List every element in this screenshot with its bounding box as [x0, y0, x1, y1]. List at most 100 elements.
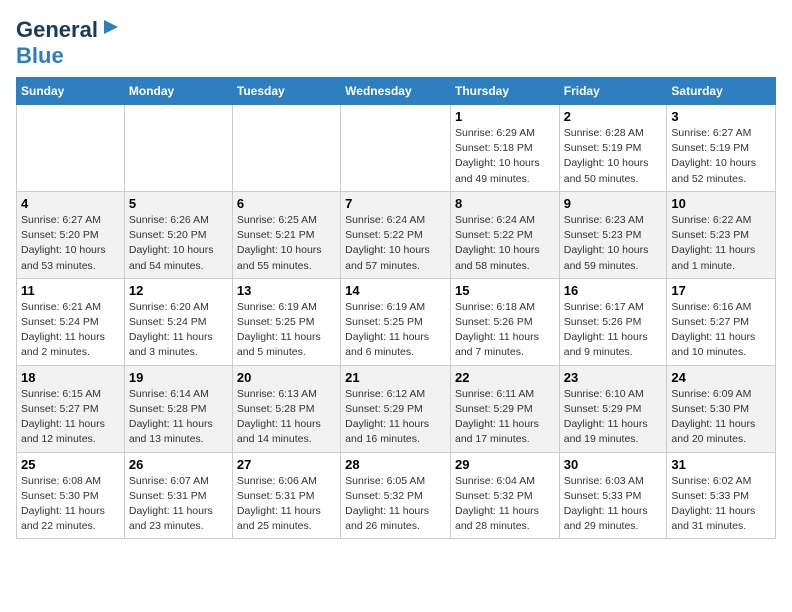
day-info: Sunrise: 6:05 AMSunset: 5:32 PMDaylight:… — [345, 474, 446, 535]
day-info: Sunrise: 6:10 AMSunset: 5:29 PMDaylight:… — [564, 387, 663, 448]
day-number: 13 — [237, 283, 336, 298]
day-info: Sunrise: 6:06 AMSunset: 5:31 PMDaylight:… — [237, 474, 336, 535]
calendar-week-row: 18 Sunrise: 6:15 AMSunset: 5:27 PMDayligh… — [17, 365, 776, 452]
day-number: 27 — [237, 457, 336, 472]
col-header-saturday: Saturday — [667, 78, 776, 105]
day-info: Sunrise: 6:08 AMSunset: 5:30 PMDaylight:… — [21, 474, 120, 535]
calendar-cell: 11Sunrise: 6:21 AMSunset: 5:24 PMDayligh… — [17, 278, 125, 365]
calendar-cell: 20 Sunrise: 6:13 AMSunset: 5:28 PMDayligh… — [232, 365, 340, 452]
calendar-cell: 5 Sunrise: 6:26 AMSunset: 5:20 PMDaylight… — [124, 191, 232, 278]
col-header-friday: Friday — [559, 78, 667, 105]
calendar-cell: 2 Sunrise: 6:28 AMSunset: 5:19 PMDaylight… — [559, 105, 667, 192]
calendar-cell — [124, 105, 232, 192]
logo-arrow-icon — [100, 16, 122, 38]
day-info: Sunrise: 6:26 AMSunset: 5:20 PMDaylight:… — [129, 213, 228, 274]
day-number: 21 — [345, 370, 446, 385]
calendar-cell: 18 Sunrise: 6:15 AMSunset: 5:27 PMDayligh… — [17, 365, 125, 452]
calendar-cell — [17, 105, 125, 192]
calendar-cell: 6Sunrise: 6:25 AMSunset: 5:21 PMDaylight… — [232, 191, 340, 278]
day-info: Sunrise: 6:15 AMSunset: 5:27 PMDaylight:… — [21, 387, 120, 448]
day-info: Sunrise: 6:19 AMSunset: 5:25 PMDaylight:… — [345, 300, 446, 361]
day-number: 24 — [671, 370, 771, 385]
calendar-cell: 4 Sunrise: 6:27 AMSunset: 5:20 PMDaylight… — [17, 191, 125, 278]
calendar-cell: 19 Sunrise: 6:14 AMSunset: 5:28 PMDayligh… — [124, 365, 232, 452]
day-info: Sunrise: 6:11 AMSunset: 5:29 PMDaylight:… — [455, 387, 555, 448]
day-info: Sunrise: 6:28 AMSunset: 5:19 PMDaylight:… — [564, 126, 663, 187]
col-header-monday: Monday — [124, 78, 232, 105]
calendar-table: SundayMondayTuesdayWednesdayThursdayFrid… — [16, 77, 776, 539]
calendar-cell: 17Sunrise: 6:16 AMSunset: 5:27 PMDayligh… — [667, 278, 776, 365]
day-number: 25 — [21, 457, 120, 472]
calendar-cell: 12Sunrise: 6:20 AMSunset: 5:24 PMDayligh… — [124, 278, 232, 365]
day-number: 16 — [564, 283, 663, 298]
day-number: 19 — [129, 370, 228, 385]
calendar-cell: 3 Sunrise: 6:27 AMSunset: 5:19 PMDaylight… — [667, 105, 776, 192]
day-info: Sunrise: 6:24 AMSunset: 5:22 PMDaylight:… — [345, 213, 446, 274]
day-info: Sunrise: 6:09 AMSunset: 5:30 PMDaylight:… — [671, 387, 771, 448]
col-header-thursday: Thursday — [450, 78, 559, 105]
day-number: 31 — [671, 457, 771, 472]
day-number: 26 — [129, 457, 228, 472]
day-number: 20 — [237, 370, 336, 385]
calendar-cell: 26 Sunrise: 6:07 AMSunset: 5:31 PMDayligh… — [124, 452, 232, 539]
day-number: 18 — [21, 370, 120, 385]
day-number: 3 — [671, 109, 771, 124]
calendar-cell: 8 Sunrise: 6:24 AMSunset: 5:22 PMDaylight… — [450, 191, 559, 278]
calendar-week-row: 11Sunrise: 6:21 AMSunset: 5:24 PMDayligh… — [17, 278, 776, 365]
day-info: Sunrise: 6:23 AMSunset: 5:23 PMDaylight:… — [564, 213, 663, 274]
day-info: Sunrise: 6:13 AMSunset: 5:28 PMDaylight:… — [237, 387, 336, 448]
calendar-cell — [232, 105, 340, 192]
calendar-week-row: 1Sunrise: 6:29 AMSunset: 5:18 PMDaylight… — [17, 105, 776, 192]
day-number: 15 — [455, 283, 555, 298]
day-info: Sunrise: 6:07 AMSunset: 5:31 PMDaylight:… — [129, 474, 228, 535]
calendar-cell: 29 Sunrise: 6:04 AMSunset: 5:32 PMDayligh… — [450, 452, 559, 539]
day-info: Sunrise: 6:16 AMSunset: 5:27 PMDaylight:… — [671, 300, 771, 361]
day-number: 5 — [129, 196, 228, 211]
calendar-cell: 21 Sunrise: 6:12 AMSunset: 5:29 PMDayligh… — [341, 365, 451, 452]
calendar-cell: 30Sunrise: 6:03 AMSunset: 5:33 PMDayligh… — [559, 452, 667, 539]
day-info: Sunrise: 6:14 AMSunset: 5:28 PMDaylight:… — [129, 387, 228, 448]
calendar-cell: 27 Sunrise: 6:06 AMSunset: 5:31 PMDayligh… — [232, 452, 340, 539]
logo: General Blue — [16, 16, 122, 69]
calendar-week-row: 4 Sunrise: 6:27 AMSunset: 5:20 PMDaylight… — [17, 191, 776, 278]
day-number: 11 — [21, 283, 120, 298]
logo-blue: Blue — [16, 43, 64, 68]
day-number: 6 — [237, 196, 336, 211]
day-number: 10 — [671, 196, 771, 211]
day-number: 2 — [564, 109, 663, 124]
calendar-cell: 10 Sunrise: 6:22 AMSunset: 5:23 PMDayligh… — [667, 191, 776, 278]
col-header-wednesday: Wednesday — [341, 78, 451, 105]
day-number: 30 — [564, 457, 663, 472]
calendar-cell: 1Sunrise: 6:29 AMSunset: 5:18 PMDaylight… — [450, 105, 559, 192]
day-number: 9 — [564, 196, 663, 211]
calendar-cell: 13 Sunrise: 6:19 AMSunset: 5:25 PMDayligh… — [232, 278, 340, 365]
calendar-cell: 31Sunrise: 6:02 AMSunset: 5:33 PMDayligh… — [667, 452, 776, 539]
calendar-cell: 24 Sunrise: 6:09 AMSunset: 5:30 PMDayligh… — [667, 365, 776, 452]
day-number: 7 — [345, 196, 446, 211]
calendar-cell: 16Sunrise: 6:17 AMSunset: 5:26 PMDayligh… — [559, 278, 667, 365]
day-info: Sunrise: 6:22 AMSunset: 5:23 PMDaylight:… — [671, 213, 771, 274]
day-number: 28 — [345, 457, 446, 472]
day-info: Sunrise: 6:24 AMSunset: 5:22 PMDaylight:… — [455, 213, 555, 274]
calendar-cell: 7 Sunrise: 6:24 AMSunset: 5:22 PMDaylight… — [341, 191, 451, 278]
day-info: Sunrise: 6:04 AMSunset: 5:32 PMDaylight:… — [455, 474, 555, 535]
day-info: Sunrise: 6:12 AMSunset: 5:29 PMDaylight:… — [345, 387, 446, 448]
day-info: Sunrise: 6:29 AMSunset: 5:18 PMDaylight:… — [455, 126, 555, 187]
calendar-cell: 14Sunrise: 6:19 AMSunset: 5:25 PMDayligh… — [341, 278, 451, 365]
day-info: Sunrise: 6:27 AMSunset: 5:20 PMDaylight:… — [21, 213, 120, 274]
calendar-cell: 22Sunrise: 6:11 AMSunset: 5:29 PMDayligh… — [450, 365, 559, 452]
header: General Blue — [16, 16, 776, 69]
day-number: 4 — [21, 196, 120, 211]
calendar-cell: 15 Sunrise: 6:18 AMSunset: 5:26 PMDayligh… — [450, 278, 559, 365]
day-number: 29 — [455, 457, 555, 472]
day-info: Sunrise: 6:18 AMSunset: 5:26 PMDaylight:… — [455, 300, 555, 361]
day-number: 12 — [129, 283, 228, 298]
calendar-cell: 23 Sunrise: 6:10 AMSunset: 5:29 PMDayligh… — [559, 365, 667, 452]
col-header-tuesday: Tuesday — [232, 78, 340, 105]
day-info: Sunrise: 6:19 AMSunset: 5:25 PMDaylight:… — [237, 300, 336, 361]
day-number: 23 — [564, 370, 663, 385]
calendar-cell: 25 Sunrise: 6:08 AMSunset: 5:30 PMDayligh… — [17, 452, 125, 539]
day-number: 8 — [455, 196, 555, 211]
day-info: Sunrise: 6:27 AMSunset: 5:19 PMDaylight:… — [671, 126, 771, 187]
calendar-cell: 9 Sunrise: 6:23 AMSunset: 5:23 PMDaylight… — [559, 191, 667, 278]
